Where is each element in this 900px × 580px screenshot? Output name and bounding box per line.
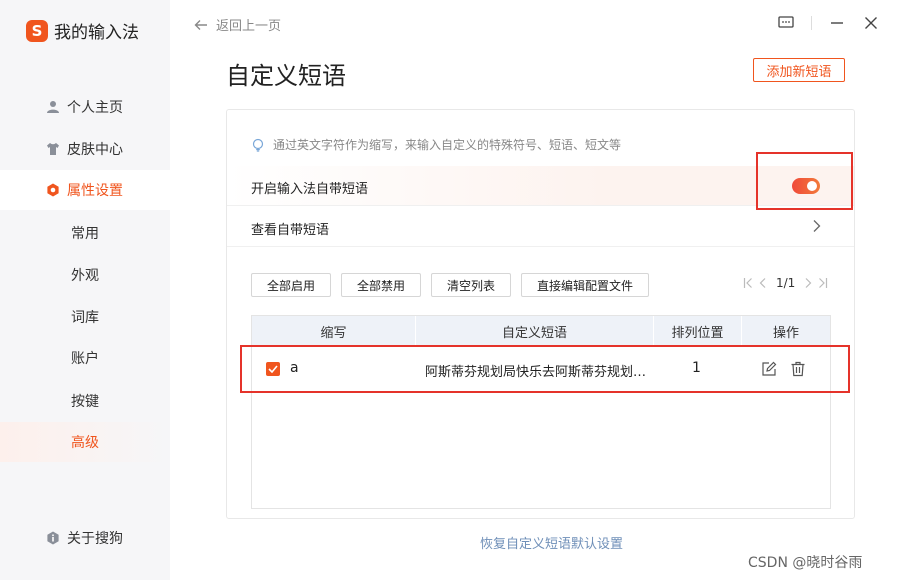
cell-abbr: a: [290, 360, 299, 376]
enable-builtin-row: 开启输入法自带短语: [227, 166, 854, 206]
chevron-left-icon: [759, 278, 766, 288]
chevron-right-icon: [813, 220, 821, 232]
pagination: 1/1: [740, 276, 831, 290]
sidebar-item-label: 个人主页: [67, 100, 123, 116]
row-checkbox[interactable]: [266, 362, 280, 376]
sidebar-subitem-appearance[interactable]: 外观: [0, 255, 170, 295]
feedback-button[interactable]: [777, 14, 795, 32]
window-controls-divider: [811, 16, 812, 30]
page-indicator: 1/1: [776, 276, 796, 290]
sidebar-item-skins[interactable]: 皮肤中心: [0, 129, 170, 169]
phrase-table: 缩写 自定义短语 排列位置 操作 a 阿斯蒂芬规划局快乐去阿斯蒂芬规划局快乐去 …: [251, 315, 831, 509]
sidebar: S 我的输入法 个人主页 皮肤中心 属性设置 常用 外观 词库 账户 按键 高级…: [0, 0, 170, 580]
user-icon: [47, 101, 59, 113]
sidebar-item-label: 皮肤中心: [67, 142, 123, 158]
toggle-knob: [807, 181, 817, 191]
view-builtin-label: 查看自带短语: [251, 223, 330, 238]
message-icon: [778, 16, 794, 28]
table-row: a 阿斯蒂芬规划局快乐去阿斯蒂芬规划局快乐去 1: [252, 346, 830, 392]
hint-text: 通过英文字符作为缩写，来输入自定义的特殊符号、短语、短文等: [251, 136, 621, 153]
lightbulb-icon: [252, 138, 264, 152]
edit-icon[interactable]: [761, 361, 777, 377]
minimize-icon: [831, 22, 843, 24]
enable-builtin-toggle[interactable]: [792, 178, 820, 194]
column-header-position: 排列位置: [654, 316, 742, 346]
column-header-actions: 操作: [772, 325, 799, 341]
view-builtin-row[interactable]: 查看自带短语: [227, 207, 854, 247]
back-label: 返回上一页: [216, 19, 282, 34]
check-icon: [268, 365, 278, 373]
last-page-icon: [819, 278, 828, 288]
edit-config-button[interactable]: 直接编辑配置文件: [521, 273, 649, 297]
prev-page-button[interactable]: [759, 277, 767, 289]
disable-all-button[interactable]: 全部禁用: [341, 273, 421, 297]
close-button[interactable]: [862, 14, 880, 32]
clear-list-button[interactable]: 清空列表: [431, 273, 511, 297]
sidebar-subitem-keys[interactable]: 按键: [0, 381, 170, 421]
sidebar-item-about[interactable]: 关于搜狗: [0, 518, 170, 558]
first-page-button[interactable]: [743, 277, 753, 289]
restore-defaults-link[interactable]: 恢复自定义短语默认设置: [480, 533, 623, 552]
enable-builtin-label: 开启输入法自带短语: [251, 182, 369, 197]
sidebar-item-profile[interactable]: 个人主页: [0, 87, 170, 127]
info-icon: [47, 531, 59, 545]
sidebar-subitem-common[interactable]: 常用: [0, 213, 170, 253]
arrow-left-icon: [194, 19, 207, 30]
column-header-abbr: 缩写: [252, 316, 416, 346]
column-header-phrase: 自定义短语: [416, 316, 654, 346]
watermark: CSDN @晓时谷雨: [748, 555, 863, 571]
first-page-icon: [743, 278, 752, 288]
sidebar-item-settings[interactable]: 属性设置: [0, 170, 170, 210]
hexagon-settings-icon: [47, 183, 59, 197]
cell-phrase: 阿斯蒂芬规划局快乐去阿斯蒂芬规划局快乐去: [425, 365, 649, 380]
sidebar-subitem-dictionary[interactable]: 词库: [0, 297, 170, 337]
phrase-settings-panel: 通过英文字符作为缩写，来输入自定义的特殊符号、短语、短文等 开启输入法自带短语 …: [226, 109, 855, 519]
sidebar-item-label: 属性设置: [67, 183, 123, 199]
trash-icon[interactable]: [790, 361, 806, 377]
last-page-button[interactable]: [818, 277, 828, 289]
app-logo: S 我的输入法: [26, 18, 139, 43]
close-icon: [865, 17, 877, 29]
page-title: 自定义短语: [226, 62, 346, 90]
shirt-icon: [47, 143, 59, 155]
sidebar-item-label: 关于搜狗: [67, 531, 123, 547]
sogou-logo-icon: S: [26, 19, 48, 42]
app-title: 我的输入法: [54, 23, 139, 43]
sidebar-subitem-account[interactable]: 账户: [0, 338, 170, 378]
next-page-button[interactable]: [804, 277, 812, 289]
back-link[interactable]: 返回上一页: [194, 15, 281, 34]
minimize-button[interactable]: [828, 14, 846, 32]
chevron-right-icon: [805, 278, 812, 288]
hint-label: 通过英文字符作为缩写，来输入自定义的特殊符号、短语、短文等: [273, 138, 622, 152]
sidebar-subitem-advanced[interactable]: 高级: [0, 422, 170, 462]
enable-all-button[interactable]: 全部启用: [251, 273, 331, 297]
cell-position: 1: [692, 360, 701, 376]
table-header: 缩写 自定义短语 排列位置 操作: [252, 316, 830, 346]
add-phrase-button[interactable]: 添加新短语: [753, 58, 845, 82]
